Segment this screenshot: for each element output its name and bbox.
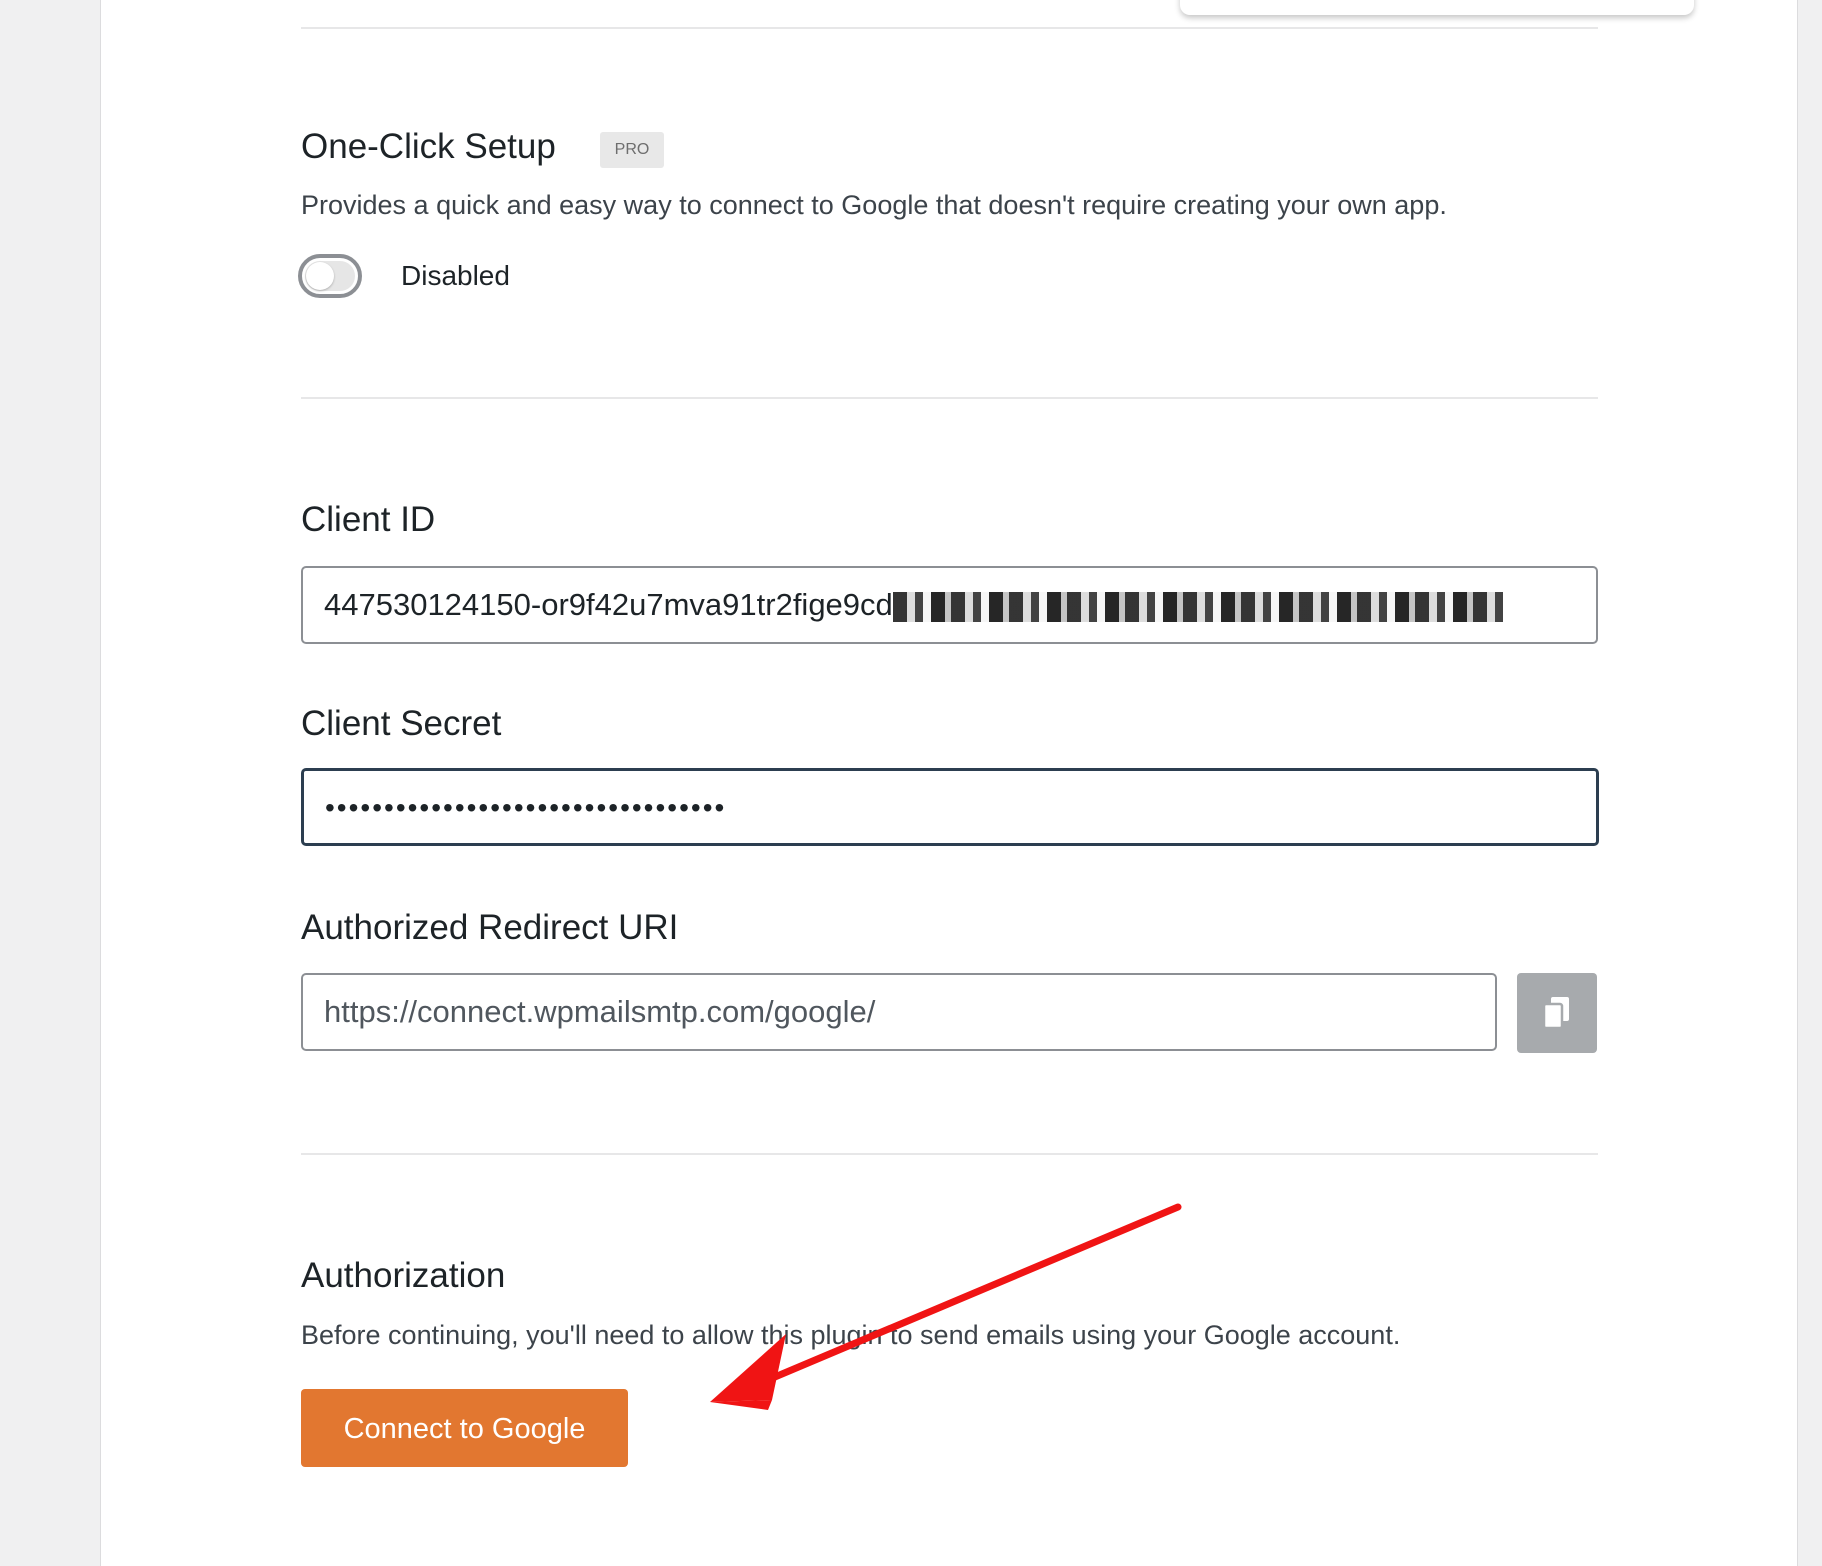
client-secret-masked-value: •••••••••••••••••••••••••••••••••• — [325, 792, 727, 823]
client-id-label: Client ID — [301, 500, 436, 539]
dropdown-menu-edge — [1180, 0, 1694, 15]
section-divider — [301, 1153, 1598, 1155]
client-secret-label: Client Secret — [301, 704, 502, 743]
client-secret-input[interactable]: •••••••••••••••••••••••••••••••••• — [301, 768, 1599, 846]
one-click-setup-toggle[interactable] — [298, 254, 362, 298]
section-divider — [301, 397, 1598, 399]
connect-to-google-button[interactable]: Connect to Google — [301, 1389, 628, 1467]
toggle-status-label: Disabled — [401, 260, 510, 291]
client-id-input[interactable]: 447530124150-or9f42u7mva91tr2fige9cd — [301, 566, 1598, 644]
copy-redirect-uri-button[interactable] — [1517, 973, 1597, 1053]
redacted-text — [892, 591, 1503, 622]
section-divider — [301, 27, 1598, 29]
pro-badge: PRO — [600, 132, 664, 168]
authorization-title: Authorization — [301, 1256, 506, 1295]
redirect-uri-input[interactable]: https://connect.wpmailsmtp.com/google/ — [301, 973, 1497, 1051]
one-click-setup-description: Provides a quick and easy way to connect… — [301, 190, 1447, 220]
redirect-uri-value: https://connect.wpmailsmtp.com/google/ — [324, 994, 876, 1029]
copy-icon — [1542, 997, 1569, 1030]
redirect-uri-label: Authorized Redirect URI — [301, 908, 679, 947]
toggle-knob — [306, 262, 334, 290]
client-id-value: 447530124150-or9f42u7mva91tr2fige9cd — [324, 587, 893, 622]
one-click-setup-title: One-Click Setup — [301, 127, 556, 166]
authorization-description: Before continuing, you'll need to allow … — [301, 1320, 1401, 1350]
